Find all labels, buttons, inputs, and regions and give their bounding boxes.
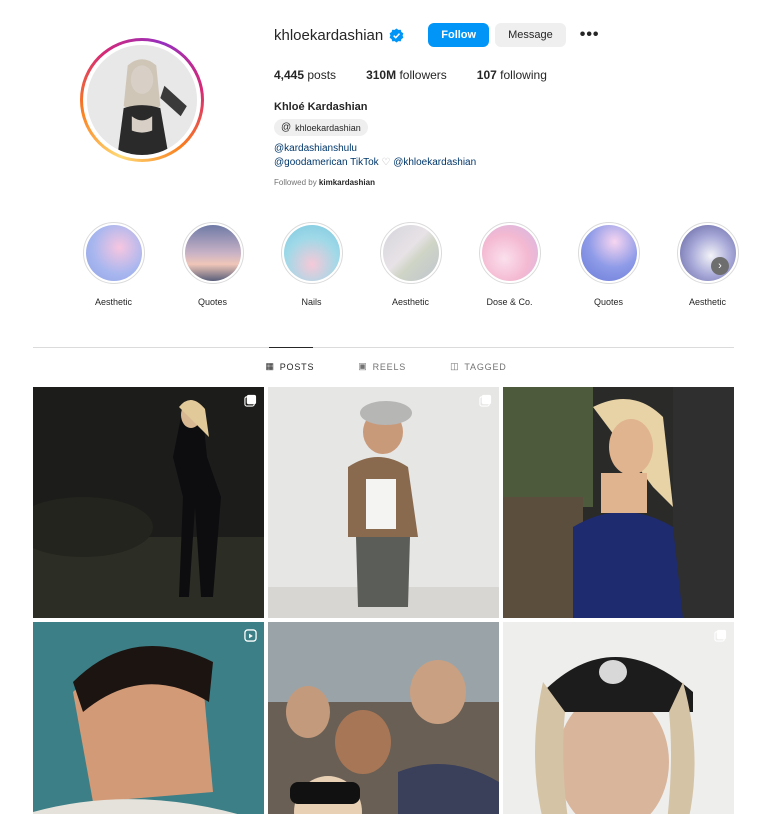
highlight-ring (379, 222, 442, 284)
highlight-ring (577, 222, 640, 284)
highlight-cover-image (679, 225, 736, 281)
tagged-icon: ◫ (450, 361, 460, 371)
post-image (33, 387, 264, 618)
threads-icon: @ (281, 122, 292, 133)
highlight-ring (82, 222, 145, 284)
highlight-cover-image (580, 225, 637, 281)
highlight-label: Nails (301, 297, 322, 307)
highlight-item[interactable]: Dose & Co. (460, 222, 559, 307)
name-row: khloekardashian Follow Message ••• (274, 22, 754, 48)
story-highlights: Aesthetic Quotes Nails Aesthetic Dose & … (64, 222, 757, 307)
highlight-ring (181, 222, 244, 284)
verified-badge-icon (389, 27, 404, 43)
highlight-ring (478, 222, 541, 284)
active-tab-indicator (269, 347, 313, 348)
highlight-item[interactable]: Aesthetic (658, 222, 757, 307)
tab-reels[interactable]: ▣ REELS (358, 361, 406, 372)
post-image (503, 622, 734, 814)
following-label: following (500, 68, 547, 82)
post-tile[interactable] (268, 387, 499, 618)
highlight-label: Aesthetic (94, 297, 133, 307)
highlight-cover-image (184, 225, 241, 281)
posts-stat: 4,445 posts (274, 68, 336, 82)
carousel-icon (479, 394, 492, 407)
carousel-icon (714, 629, 727, 642)
bio-link-1[interactable]: @kardashianshulu (274, 143, 754, 154)
profile-header: khloekardashian Follow Message ••• 4,445… (274, 22, 754, 187)
grid-icon: ▦ (265, 361, 275, 371)
highlight-label: Dose & Co. (486, 297, 533, 307)
post-tile[interactable] (503, 387, 734, 618)
bio-mention-khloe[interactable]: @khloekardashian (393, 157, 476, 168)
follow-button[interactable]: Follow (428, 23, 490, 47)
highlight-item[interactable]: Aesthetic (361, 222, 460, 307)
post-image (268, 622, 499, 814)
posts-grid (33, 387, 734, 814)
highlight-item[interactable]: Quotes (559, 222, 658, 307)
followers-label: followers (399, 68, 447, 82)
tab-posts-label: POSTS (279, 361, 315, 372)
highlight-item[interactable]: Aesthetic (64, 222, 163, 307)
more-options-icon[interactable]: ••• (580, 26, 600, 44)
highlight-label: Aesthetic (391, 297, 430, 307)
followed-by-prefix: Followed by (274, 178, 317, 187)
message-button[interactable]: Message (495, 23, 566, 47)
post-image (33, 622, 264, 814)
bio-line-2: @goodamerican TikTok ♡ @khloekardashian (274, 157, 754, 168)
highlight-ring (280, 222, 343, 284)
threads-handle: khloekardashian (295, 122, 361, 133)
tab-posts[interactable]: ▦ POSTS (265, 361, 314, 372)
post-tile[interactable] (503, 622, 734, 814)
highlight-cover-image (283, 225, 340, 281)
highlight-label: Quotes (593, 297, 624, 307)
carousel-icon (244, 394, 257, 407)
highlight-label: Aesthetic (688, 297, 727, 307)
profile-avatar-ring[interactable] (80, 38, 204, 162)
highlight-item[interactable]: Nails (262, 222, 361, 307)
followers-stat[interactable]: 310M followers (366, 68, 447, 82)
highlight-ring (676, 222, 739, 284)
highlight-cover-image (481, 225, 538, 281)
post-tile[interactable] (33, 622, 264, 814)
tabs-divider (33, 347, 734, 348)
followers-count: 310M (366, 68, 397, 82)
following-count: 107 (476, 68, 497, 82)
highlight-cover-image (85, 225, 142, 281)
post-tile[interactable] (33, 387, 264, 618)
reels-icon: ▣ (358, 361, 368, 371)
highlights-next-chevron-icon[interactable]: › (711, 257, 729, 275)
tab-tagged[interactable]: ◫ TAGGED (450, 361, 506, 372)
avatar-image (87, 45, 197, 155)
full-name: Khloé Kardashian (274, 101, 368, 113)
followed-by: Followed by kimkardashian (274, 178, 754, 187)
post-image (268, 387, 499, 618)
username: khloekardashian (274, 26, 384, 44)
profile-tabs: ▦ POSTS ▣ REELS ◫ TAGGED (0, 361, 772, 372)
highlight-item[interactable]: Quotes (163, 222, 262, 307)
tab-tagged-label: TAGGED (464, 361, 507, 372)
followed-by-user[interactable]: kimkardashian (319, 178, 375, 187)
following-stat[interactable]: 107 following (477, 68, 547, 82)
posts-label: posts (307, 68, 337, 82)
reels-badge-icon (244, 629, 257, 642)
heart-icon: ♡ (381, 157, 391, 168)
tab-reels-label: REELS (372, 361, 407, 372)
threads-badge[interactable]: @ khloekardashian (274, 119, 368, 136)
profile-stats: 4,445 posts 310M followers 107 following (274, 68, 754, 82)
post-image (503, 387, 734, 618)
highlight-label: Quotes (197, 297, 228, 307)
avatar[interactable] (87, 45, 197, 155)
posts-count: 4,445 (274, 68, 305, 82)
avatar-inner (83, 41, 201, 159)
bio-mention-goodamerican[interactable]: @goodamerican TikTok (274, 157, 379, 168)
highlight-cover-image (382, 225, 439, 281)
post-tile[interactable] (268, 622, 499, 814)
